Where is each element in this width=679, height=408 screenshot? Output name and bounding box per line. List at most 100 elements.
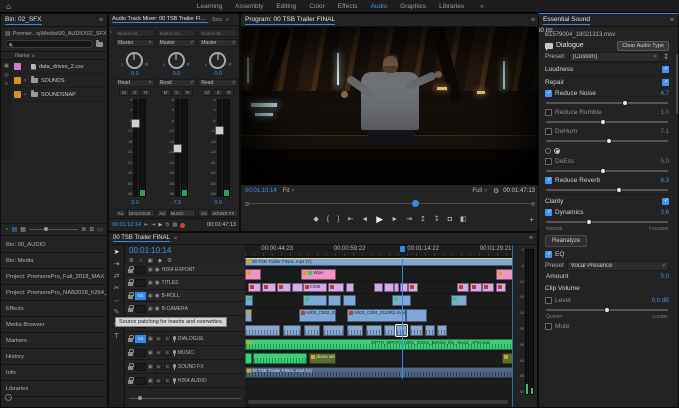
timeline-clip[interactable] <box>384 325 395 336</box>
eq-checkbox[interactable] <box>545 251 552 258</box>
time-ruler[interactable]: 00:00:44:2300:00:59:2200:01:14:2200:01:2… <box>245 245 513 257</box>
timeline-clip[interactable] <box>328 295 341 306</box>
clarity-checkbox[interactable] <box>662 198 669 205</box>
timeline-clip[interactable] <box>245 309 252 322</box>
reduce-noise-value[interactable]: 4.7 <box>661 91 669 97</box>
timeline-clip[interactable] <box>394 283 399 292</box>
timeline-clip[interactable] <box>292 283 303 292</box>
track-mute-button[interactable]: M <box>155 377 162 384</box>
clear-audio-type-button[interactable]: Clear Audio Type <box>617 41 669 51</box>
preset-select[interactable]: (Custom)˅ <box>569 52 661 62</box>
volume-fader[interactable] <box>175 99 180 197</box>
track-header-v5[interactable]: ▣◉TITLES <box>125 276 245 290</box>
zoom-slider[interactable] <box>29 229 78 230</box>
track-header-v2[interactable]: ▣◉B-CAMERA <box>125 302 245 316</box>
deess-value[interactable]: 5.0 <box>661 159 669 165</box>
dehum-value[interactable]: 7.1 <box>661 129 669 135</box>
sync-lock-icon[interactable]: ▣ <box>148 306 153 312</box>
pan-control[interactable]: LR <box>157 49 197 69</box>
go-to-in-icon[interactable]: ⇤ <box>347 215 353 223</box>
track-header-a4[interactable]: ▣MSH264 AUDIO <box>125 374 245 388</box>
track-header-a2[interactable]: ▣MSMUSIC <box>125 346 245 360</box>
level-slider[interactable] <box>546 306 668 314</box>
reduce-reverb-checkbox[interactable] <box>545 177 552 184</box>
timeline-clip[interactable] <box>496 269 513 280</box>
panel-tab-bin-00-audio[interactable]: Bin: 00_AUDIO <box>1 237 107 253</box>
input-select[interactable]: Built-In M... <box>157 29 197 37</box>
workspace-overflow-icon[interactable]: » <box>480 3 484 10</box>
workspace-tab-graphics[interactable]: Graphics <box>400 3 426 10</box>
reduce-reverb-slider[interactable] <box>546 186 668 194</box>
save-preset-icon[interactable]: ↧ <box>663 53 669 61</box>
mute-button[interactable]: M <box>119 89 129 96</box>
source-patch[interactable] <box>135 305 146 313</box>
type-tool[interactable]: T <box>114 333 118 340</box>
mute-button[interactable]: M <box>202 89 212 96</box>
timeline-clip[interactable] <box>346 283 354 292</box>
track-lane-v5[interactable]: Wipe <box>245 268 513 282</box>
lock-icon[interactable] <box>128 269 133 273</box>
zoom-level-select[interactable]: Fit˅ <box>281 188 297 194</box>
record-arm-button[interactable]: R <box>183 89 193 96</box>
bin-item[interactable]: data_driven_2.csv <box>12 60 107 74</box>
track-mute-button[interactable]: M <box>155 335 162 342</box>
add-marker-icon[interactable]: ◆ <box>158 258 162 264</box>
panel-tab-media-browser[interactable]: Media Browser <box>1 317 107 333</box>
solo-button[interactable]: S <box>130 89 140 96</box>
timeline-clip[interactable]: A003_C002_0211 <box>299 309 337 322</box>
search-input[interactable] <box>5 40 93 48</box>
play-icon[interactable]: ▶ <box>158 222 162 228</box>
hz60-radio[interactable] <box>554 148 560 154</box>
label-chip[interactable] <box>14 77 21 84</box>
snap-icon[interactable]: ∩ <box>139 258 143 264</box>
track-solo-button[interactable]: S <box>164 377 171 384</box>
tab-essential-sound[interactable]: Essential Sound <box>543 16 590 25</box>
record-arm-button[interactable]: R <box>224 89 234 96</box>
column-header-name[interactable]: Name ∧ <box>1 51 107 60</box>
workspace-tab-effects[interactable]: Effects <box>338 3 358 10</box>
pan-control[interactable]: LR <box>115 49 155 69</box>
pen-tool[interactable]: ✎ <box>114 309 120 316</box>
fader-value[interactable]: -7.5 <box>157 200 197 207</box>
panel-menu-icon[interactable]: ≡ <box>99 17 103 24</box>
timeline-clip[interactable] <box>245 325 280 336</box>
panel-tab-history[interactable]: History <box>1 349 107 365</box>
timeline-clip[interactable] <box>283 325 302 336</box>
panel-menu-icon[interactable]: ≡ <box>529 235 533 242</box>
pan-value[interactable]: 0.0 <box>198 71 238 77</box>
timeline-display-settings-icon[interactable]: ≣ <box>129 258 134 264</box>
source-patch[interactable] <box>135 266 146 274</box>
fader-handle[interactable] <box>215 126 224 135</box>
dehum-checkbox[interactable] <box>545 128 552 135</box>
volume-fader[interactable] <box>217 99 222 197</box>
fader-value[interactable]: 0.0 <box>198 200 238 207</box>
reduce-reverb-value[interactable]: 6.3 <box>661 178 669 184</box>
timeline-clip[interactable]: Wipe <box>301 269 336 280</box>
pan-value[interactable]: 0.0 <box>115 71 155 77</box>
track-solo-button[interactable]: S <box>164 349 171 356</box>
timeline-clip[interactable] <box>366 325 382 336</box>
track-lane-a4[interactable]: 00 TSB Trailer FINAL.mp4 [A] <box>245 366 513 380</box>
loudness-checkbox[interactable] <box>662 66 669 73</box>
reduce-noise-slider[interactable] <box>546 99 668 107</box>
record-button[interactable] <box>180 223 185 228</box>
hz50-radio[interactable] <box>545 148 551 154</box>
sequence-timecode[interactable]: 00:01:10:14 <box>125 245 245 256</box>
lock-icon[interactable] <box>128 282 133 286</box>
timeline-clip[interactable] <box>470 283 482 292</box>
mute-checkbox[interactable] <box>545 323 552 330</box>
automation-mode-select[interactable]: Read˅ <box>157 79 197 87</box>
pan-knob[interactable] <box>126 52 143 69</box>
timeline-clip[interactable]: drone wh <box>309 353 336 364</box>
timeline-clip[interactable] <box>262 283 275 292</box>
mic-icon[interactable] <box>173 364 176 368</box>
pan-knob[interactable] <box>168 52 185 69</box>
pan-value[interactable]: 0.0 <box>157 71 197 77</box>
playback-resolution-select[interactable]: Full˅ <box>470 188 489 194</box>
sync-lock-icon[interactable]: ▣ <box>148 378 153 384</box>
fader-handle[interactable] <box>131 119 140 128</box>
track-header-a3[interactable]: ▣MSSOUND FX <box>125 360 245 374</box>
timeline-clip[interactable]: 00 TSB Trailer FINAL.mp4 [V] <box>245 258 513 266</box>
selection-tool[interactable]: ➤ <box>114 249 120 256</box>
sync-lock-icon[interactable]: ▣ <box>148 267 153 273</box>
